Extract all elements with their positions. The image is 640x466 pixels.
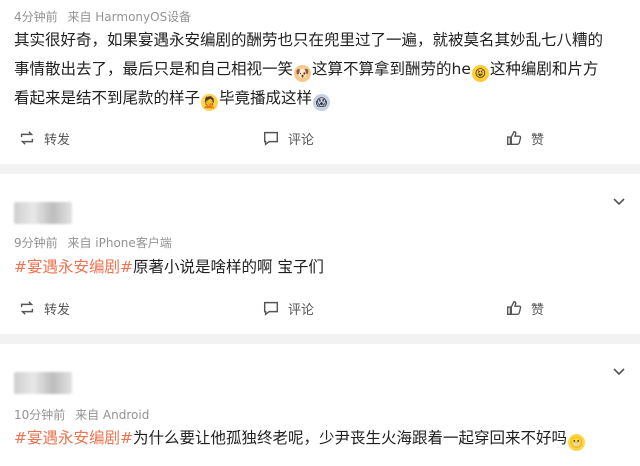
- post-time: 4分钟前: [14, 10, 58, 24]
- facepalm-emoji-icon: 🤦: [201, 94, 219, 111]
- text-line: 事情散出去了，最后只是和自己相视一笑 🐶 这算不算拿到酬劳的he 😝 这种编剧和片方: [14, 60, 599, 82]
- avatar-blurred: [14, 202, 72, 224]
- text-line: 其实很好奇，如果宴遇永安编剧的酬劳也只在兜里过了一遍，就被莫名其妙乱七八糟的: [14, 31, 604, 49]
- post-meta: 10分钟前 来自 Android: [14, 406, 155, 423]
- like-button[interactable]: 赞: [505, 126, 544, 150]
- post-2: 9分钟前 来自 iPhone客户端 #宴遇永安编剧#原著小说是啥样的啊 宝子们 …: [0, 174, 640, 344]
- hug-emoji-icon: 😝: [471, 65, 489, 82]
- post-meta: 4分钟前 来自 HarmonyOS设备: [14, 8, 197, 25]
- comment-icon: [263, 301, 279, 316]
- post-meta: 9分钟前 来自 iPhone客户端: [14, 234, 178, 251]
- post-time: 10分钟前: [14, 408, 66, 422]
- post-divider: [0, 164, 640, 174]
- post-text: #宴遇永安编剧#为什么要让他孤独终老呢，少尹丧生火海跟着一起穿回来不好吗 😬: [14, 429, 585, 451]
- like-icon: [507, 301, 522, 315]
- grimace-emoji-icon: 😬: [568, 434, 585, 451]
- dog-emoji-icon: 🐶: [294, 65, 312, 82]
- repost-icon: [20, 301, 34, 315]
- post-time: 9分钟前: [14, 236, 58, 250]
- comment-icon: [263, 131, 279, 146]
- comment-button[interactable]: 评论: [262, 296, 314, 320]
- like-button[interactable]: 赞: [505, 296, 544, 320]
- avatar-blurred: [14, 372, 72, 394]
- post-source: 来自 iPhone客户端: [67, 236, 172, 250]
- hashtag-link[interactable]: #宴遇永安编剧#: [14, 258, 133, 276]
- hashtag-link[interactable]: #宴遇永安编剧#: [14, 429, 133, 447]
- repost-button[interactable]: 转发: [18, 126, 70, 150]
- post-source: 来自 Android: [75, 408, 150, 422]
- comment-button[interactable]: 评论: [262, 126, 314, 150]
- shocked-emoji-icon: 😱: [313, 94, 331, 111]
- repost-button[interactable]: 转发: [18, 296, 70, 320]
- chevron-down-icon[interactable]: [612, 194, 626, 208]
- post-1: 4分钟前 来自 HarmonyOS设备 其实很好奇，如果宴遇永安编剧的酬劳也只在…: [0, 0, 640, 152]
- post-actions: 转发 评论 赞: [0, 296, 640, 320]
- post-source: 来自 HarmonyOS设备: [67, 10, 192, 24]
- text-line: 看起来是结不到尾款的样子 🤦 毕竟播成这样 😱: [14, 84, 626, 113]
- post-text: 其实很好奇，如果宴遇永安编剧的酬劳也只在兜里过了一遍，就被莫名其妙乱七八糟的 事…: [14, 26, 626, 113]
- post-actions: 转发 评论 赞: [0, 126, 640, 150]
- repost-icon: [20, 131, 34, 145]
- like-icon: [507, 131, 522, 145]
- post-text: #宴遇永安编剧#原著小说是啥样的啊 宝子们: [14, 258, 324, 276]
- chevron-down-icon[interactable]: [612, 364, 626, 378]
- post-divider: [0, 334, 640, 344]
- post-3: 10分钟前 来自 Android #宴遇永安编剧#为什么要让他孤独终老呢，少尹丧…: [0, 344, 640, 466]
